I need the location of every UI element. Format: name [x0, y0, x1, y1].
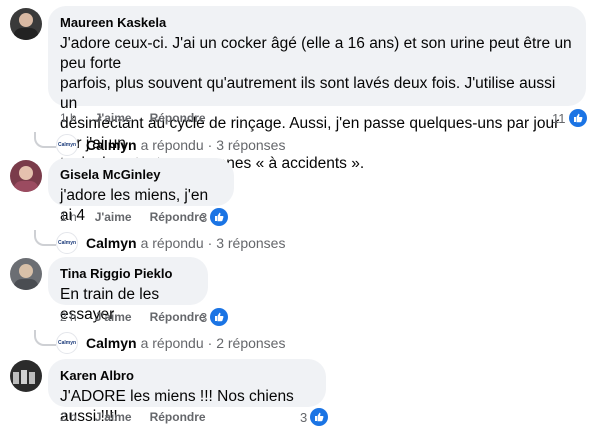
reply-button[interactable]: Répondre	[150, 410, 206, 424]
thread-connector	[34, 230, 56, 246]
reaction-count[interactable]: 3	[200, 308, 229, 326]
avatar[interactable]	[10, 360, 42, 392]
reply-summary[interactable]: Calmyn Calmyn a répondu · 3 réponses	[56, 232, 285, 254]
reaction-number: 3	[200, 209, 208, 225]
reaction-count[interactable]: 3	[300, 408, 329, 426]
reply-count[interactable]: · 2 réponses	[208, 335, 286, 351]
comment-time[interactable]: 1 h	[60, 210, 77, 224]
comment-author[interactable]: Maureen Kaskela	[60, 14, 574, 31]
reply-count[interactable]: · 3 réponses	[208, 137, 286, 153]
comment-bubble: Gisela McGinley j'adore les miens, j'en …	[48, 158, 234, 224]
calmyn-logo: Calmyn	[56, 332, 78, 354]
avatar[interactable]	[10, 160, 42, 192]
reply-button[interactable]: Répondre	[150, 111, 206, 125]
comment-author[interactable]: Karen Albro	[60, 367, 314, 384]
comment-bubble: Tina Riggio Pieklo En train de les essay…	[48, 257, 208, 323]
reaction-number: 3	[200, 309, 208, 325]
comment-bubble: Karen Albro J'ADORE les miens !!! Nos ch…	[48, 359, 326, 425]
comment-line: parfois, plus souvent qu'autrement ils s…	[60, 75, 556, 112]
reply-author[interactable]: Calmyn	[86, 235, 137, 251]
comment-meta: 2 h J'aime Répondre	[60, 410, 224, 424]
reply-action: a répondu	[140, 235, 204, 251]
like-button[interactable]: J'aime	[95, 111, 132, 125]
like-button[interactable]: J'aime	[95, 410, 132, 424]
comment-time[interactable]: 1 h	[60, 111, 77, 125]
reply-count[interactable]: · 3 réponses	[208, 235, 286, 251]
comment-time[interactable]: 2 h	[60, 310, 77, 324]
thread-connector	[34, 132, 56, 148]
reply-author[interactable]: Calmyn	[86, 335, 137, 351]
reaction-number: 3	[300, 409, 308, 425]
comment-meta: 1 h J'aime Répondre	[60, 111, 224, 125]
reply-summary[interactable]: Calmyn Calmyn a répondu · 3 réponses	[56, 134, 285, 156]
thumbs-up-icon	[210, 208, 229, 226]
thumbs-up-icon	[310, 408, 329, 426]
reaction-count[interactable]: 3	[200, 208, 229, 226]
avatar[interactable]	[10, 258, 42, 290]
reply-button[interactable]: Répondre	[150, 210, 206, 224]
comment-line: J'adore ceux-ci. J'ai un cocker âgé (ell…	[60, 35, 572, 72]
thumbs-up-icon	[568, 109, 587, 127]
comment-author[interactable]: Gisela McGinley	[60, 166, 222, 183]
comment-bubble: Maureen Kaskela J'adore ceux-ci. J'ai un…	[48, 6, 586, 172]
comment-author[interactable]: Tina Riggio Pieklo	[60, 265, 196, 282]
like-button[interactable]: J'aime	[95, 210, 132, 224]
reply-button[interactable]: Répondre	[150, 310, 206, 324]
reaction-number: 11	[552, 110, 566, 126]
reaction-count[interactable]: 11	[552, 109, 587, 127]
comment-time[interactable]: 2 h	[60, 410, 77, 424]
thread-connector	[34, 330, 56, 346]
reply-summary[interactable]: Calmyn Calmyn a répondu · 2 réponses	[56, 332, 285, 354]
calmyn-logo: Calmyn	[56, 134, 78, 156]
reply-action: a répondu	[140, 137, 204, 153]
thumbs-up-icon	[210, 308, 229, 326]
like-button[interactable]: J'aime	[95, 310, 132, 324]
calmyn-logo: Calmyn	[56, 232, 78, 254]
reply-author[interactable]: Calmyn	[86, 137, 137, 153]
reply-action: a répondu	[140, 335, 204, 351]
avatar[interactable]	[10, 8, 42, 40]
